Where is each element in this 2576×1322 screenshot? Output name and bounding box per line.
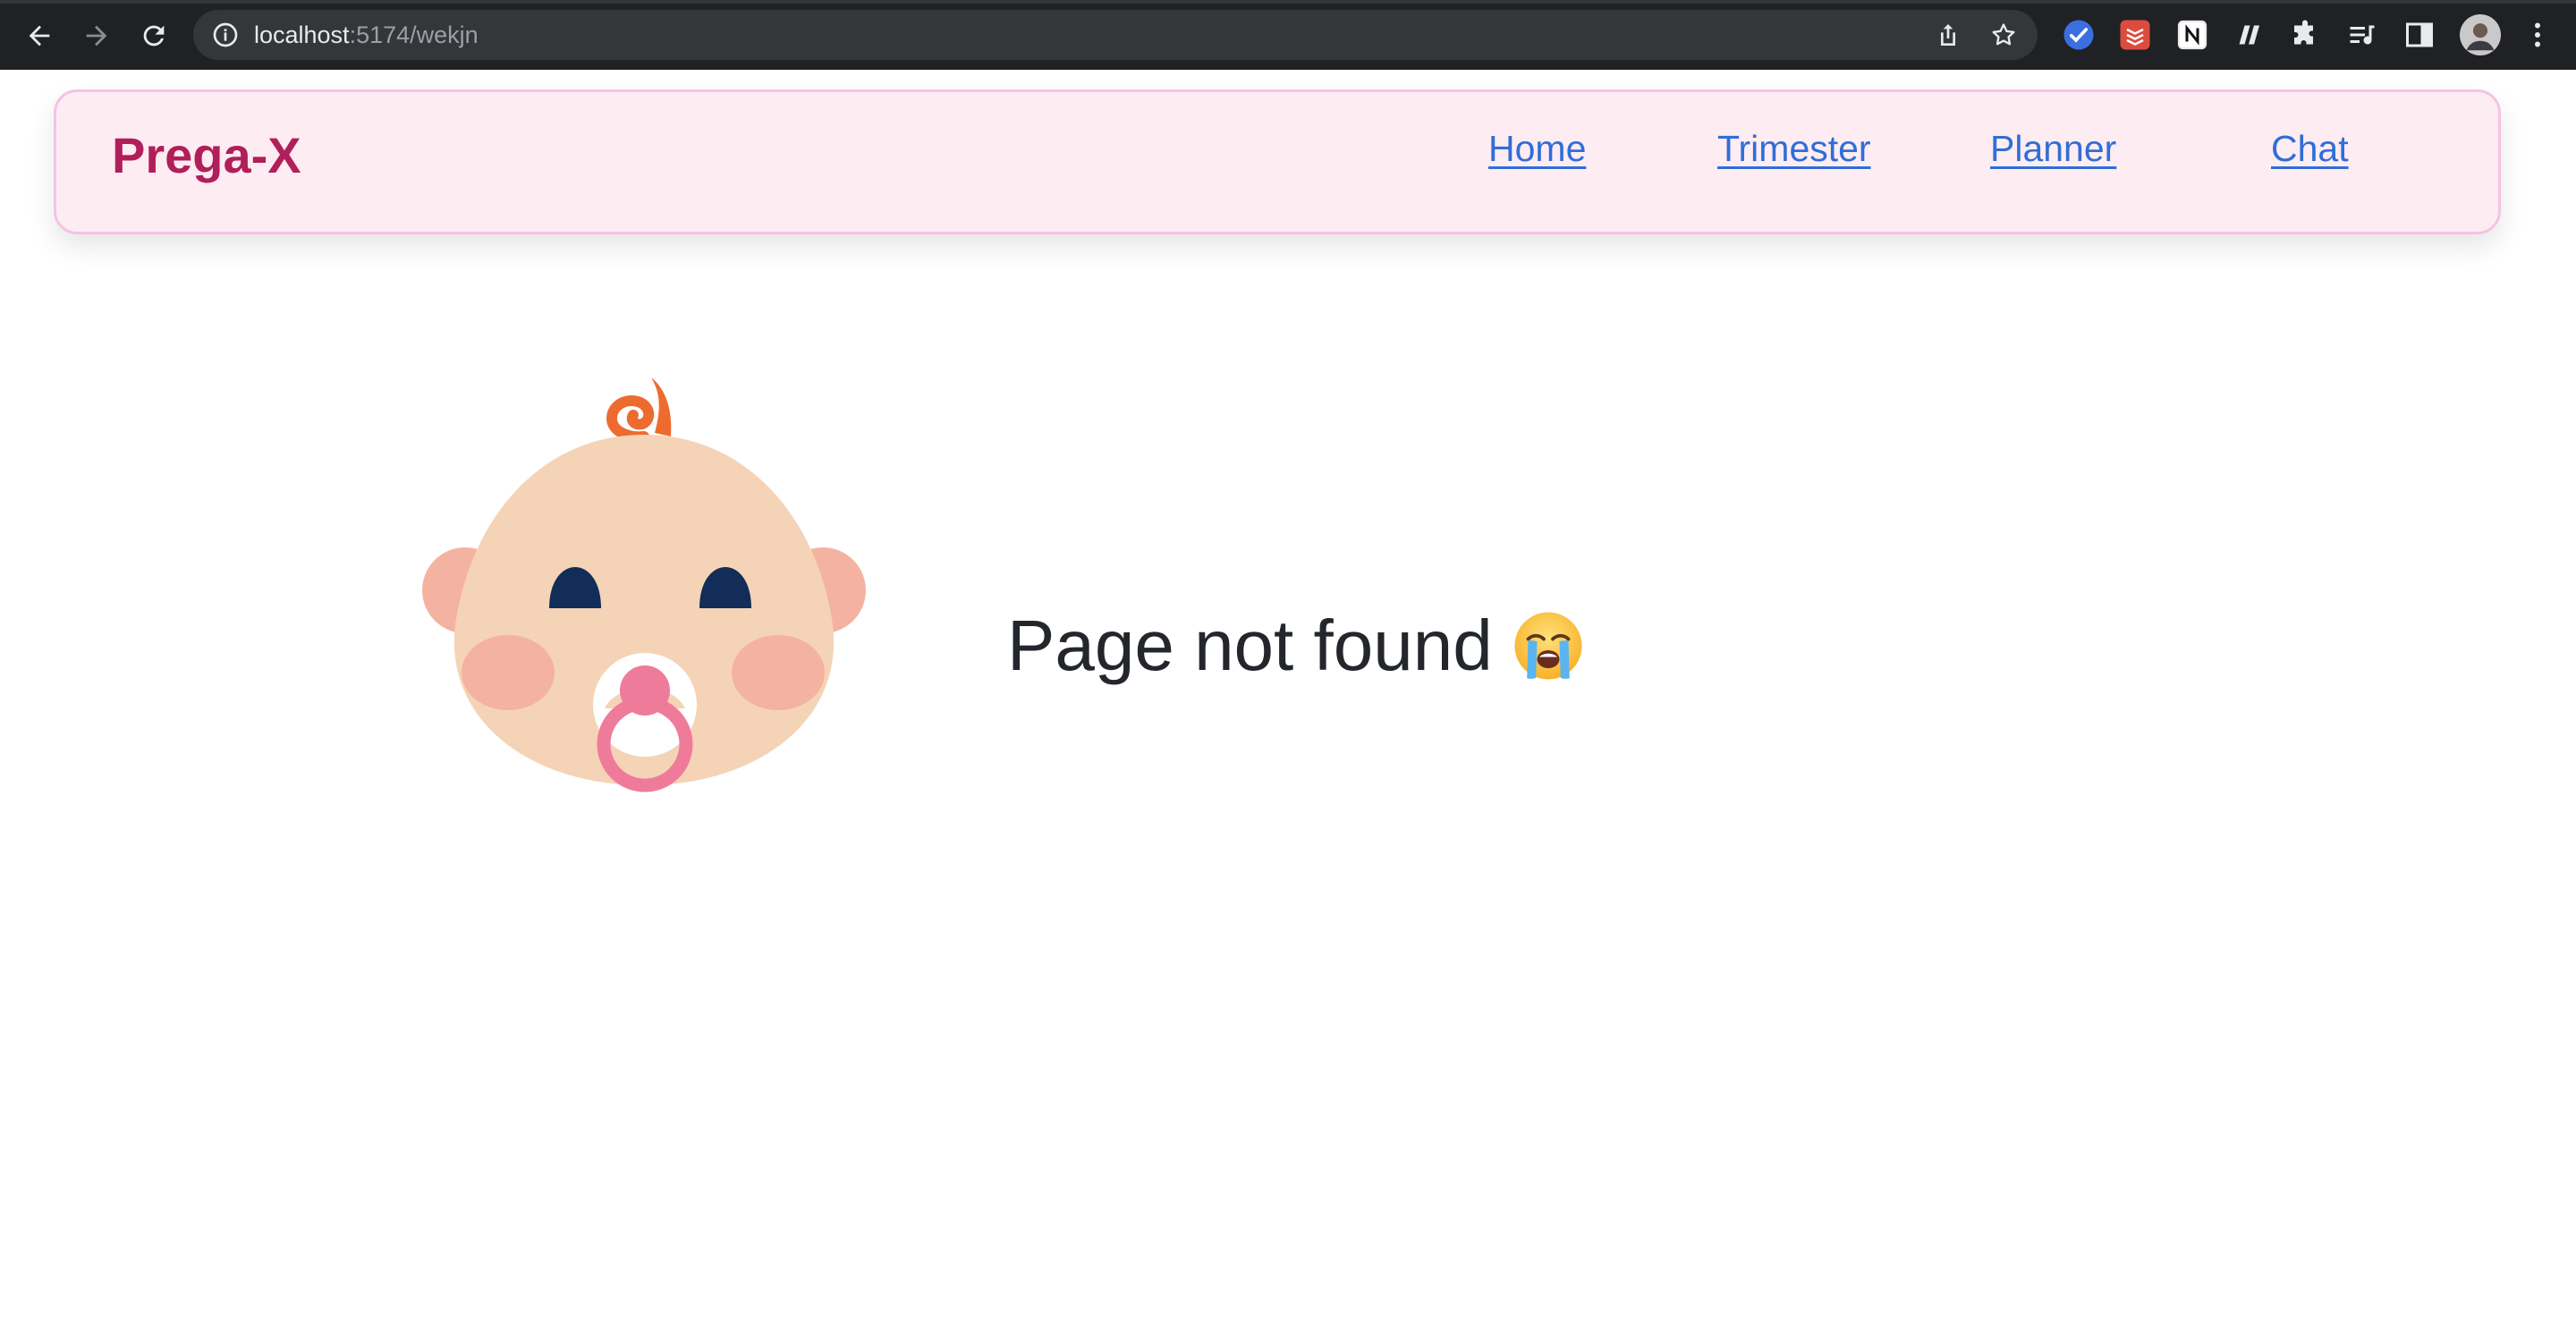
todoist-extension-icon[interactable]: [2118, 18, 2152, 52]
info-icon[interactable]: [211, 21, 240, 49]
brand-logo[interactable]: Prega-X: [112, 126, 301, 184]
notion-extension-icon[interactable]: [2175, 18, 2209, 52]
puzzle-extensions-icon[interactable]: [2288, 18, 2322, 52]
media-queue-icon[interactable]: [2345, 18, 2379, 52]
arrow-left-icon: [29, 25, 50, 47]
arrow-right-icon: [86, 25, 107, 47]
reload-icon: [143, 25, 165, 47]
kebab-menu-icon[interactable]: [2521, 18, 2555, 52]
address-bar[interactable]: localhost:5174/wekjn: [193, 10, 2038, 60]
profile-avatar[interactable]: [2460, 14, 2501, 55]
nav-link-trimester[interactable]: Trimester: [1717, 128, 1871, 170]
baby-with-pacifier-illustration: [422, 377, 866, 792]
nav-link-planner[interactable]: Planner: [1990, 128, 2116, 170]
nav-link-home[interactable]: Home: [1488, 128, 1586, 170]
tab-strip-edge: [0, 0, 2576, 4]
page-not-found-message: Page not found: [1007, 605, 1584, 687]
share-icon[interactable]: [1934, 21, 1962, 49]
browser-toolbar: localhost:5174/wekjn: [0, 0, 2576, 70]
star-icon[interactable]: [1989, 21, 2018, 49]
url-host: localhost: [254, 21, 350, 48]
page-content: Prega-X Home Trimester Planner Chat Page…: [0, 70, 2576, 1322]
forward-button[interactable]: [73, 13, 120, 59]
not-found-text: Page not found: [1007, 606, 1493, 685]
todo-check-extension-icon[interactable]: [2062, 18, 2096, 52]
readwise-extension-icon[interactable]: [2232, 18, 2266, 52]
back-button[interactable]: [16, 13, 63, 59]
reload-button[interactable]: [131, 13, 177, 59]
loudly-crying-face-emoji: [1514, 612, 1582, 680]
site-navbar: Prega-X Home Trimester Planner Chat: [54, 89, 2501, 234]
nav-link-chat[interactable]: Chat: [2271, 128, 2349, 170]
url-path: :5174/wekjn: [349, 21, 479, 48]
side-panel-icon[interactable]: [2402, 18, 2436, 52]
url-text[interactable]: localhost:5174/wekjn: [254, 10, 479, 60]
